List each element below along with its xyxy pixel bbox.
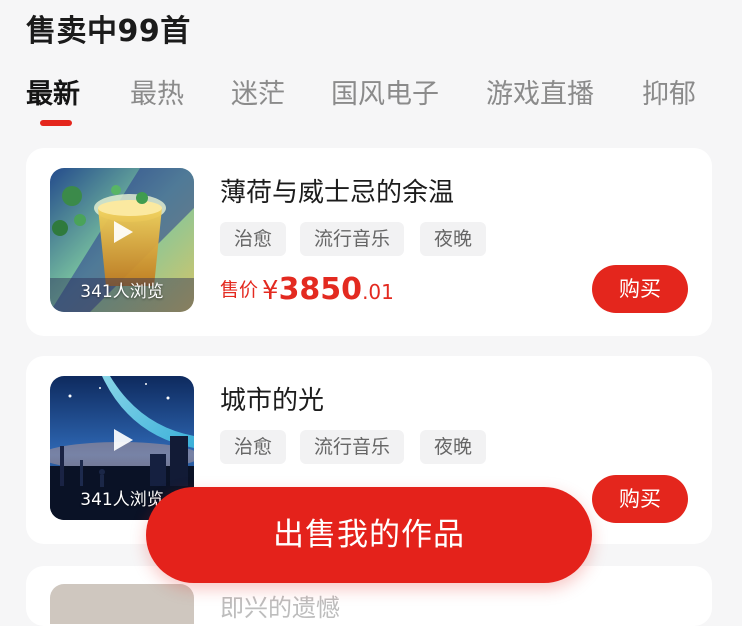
play-icon[interactable] <box>108 426 136 454</box>
tab-game-live[interactable]: 游戏直播 <box>486 72 594 111</box>
tab-guofeng-electronic[interactable]: 国风电子 <box>331 72 439 111</box>
category-tabs: 最新 最热 迷茫 国风电子 游戏直播 抑郁 <box>26 72 742 132</box>
buy-button[interactable]: 购买 <box>592 475 688 523</box>
song-title: 即兴的遗憾 <box>220 594 340 622</box>
tab-lost[interactable]: 迷茫 <box>231 72 285 111</box>
tag: 夜晚 <box>420 222 487 256</box>
song-card[interactable]: 341人浏览 薄荷与威士忌的余温 治愈 流行音乐 夜晚 售价 ¥3850.01 购… <box>26 148 712 336</box>
price-integer: 3850 <box>278 272 363 307</box>
active-tab-indicator <box>40 120 72 126</box>
song-cover-image[interactable] <box>50 584 194 624</box>
page-title: 售卖中99首 <box>26 14 191 49</box>
tag: 治愈 <box>220 430 287 464</box>
price-label: 售价 <box>220 279 259 301</box>
view-count: 341人浏览 <box>80 282 164 302</box>
tag: 流行音乐 <box>300 430 405 464</box>
song-title: 薄荷与威士忌的余温 <box>220 178 455 208</box>
song-title: 城市的光 <box>220 386 325 416</box>
price-currency: ¥ <box>262 276 279 306</box>
tab-latest[interactable]: 最新 <box>26 72 80 111</box>
price: 售价 ¥3850.01 <box>220 272 394 307</box>
tag: 夜晚 <box>420 430 487 464</box>
tab-depressed[interactable]: 抑郁 <box>642 72 696 111</box>
sell-my-work-button[interactable]: 出售我的作品 <box>146 487 592 583</box>
play-icon[interactable] <box>108 218 136 246</box>
tag: 流行音乐 <box>300 222 405 256</box>
tab-hottest[interactable]: 最热 <box>130 72 184 111</box>
tag: 治愈 <box>220 222 287 256</box>
buy-button[interactable]: 购买 <box>592 265 688 313</box>
song-cover-image[interactable]: 341人浏览 <box>50 168 194 312</box>
price-decimal: .01 <box>362 280 394 304</box>
